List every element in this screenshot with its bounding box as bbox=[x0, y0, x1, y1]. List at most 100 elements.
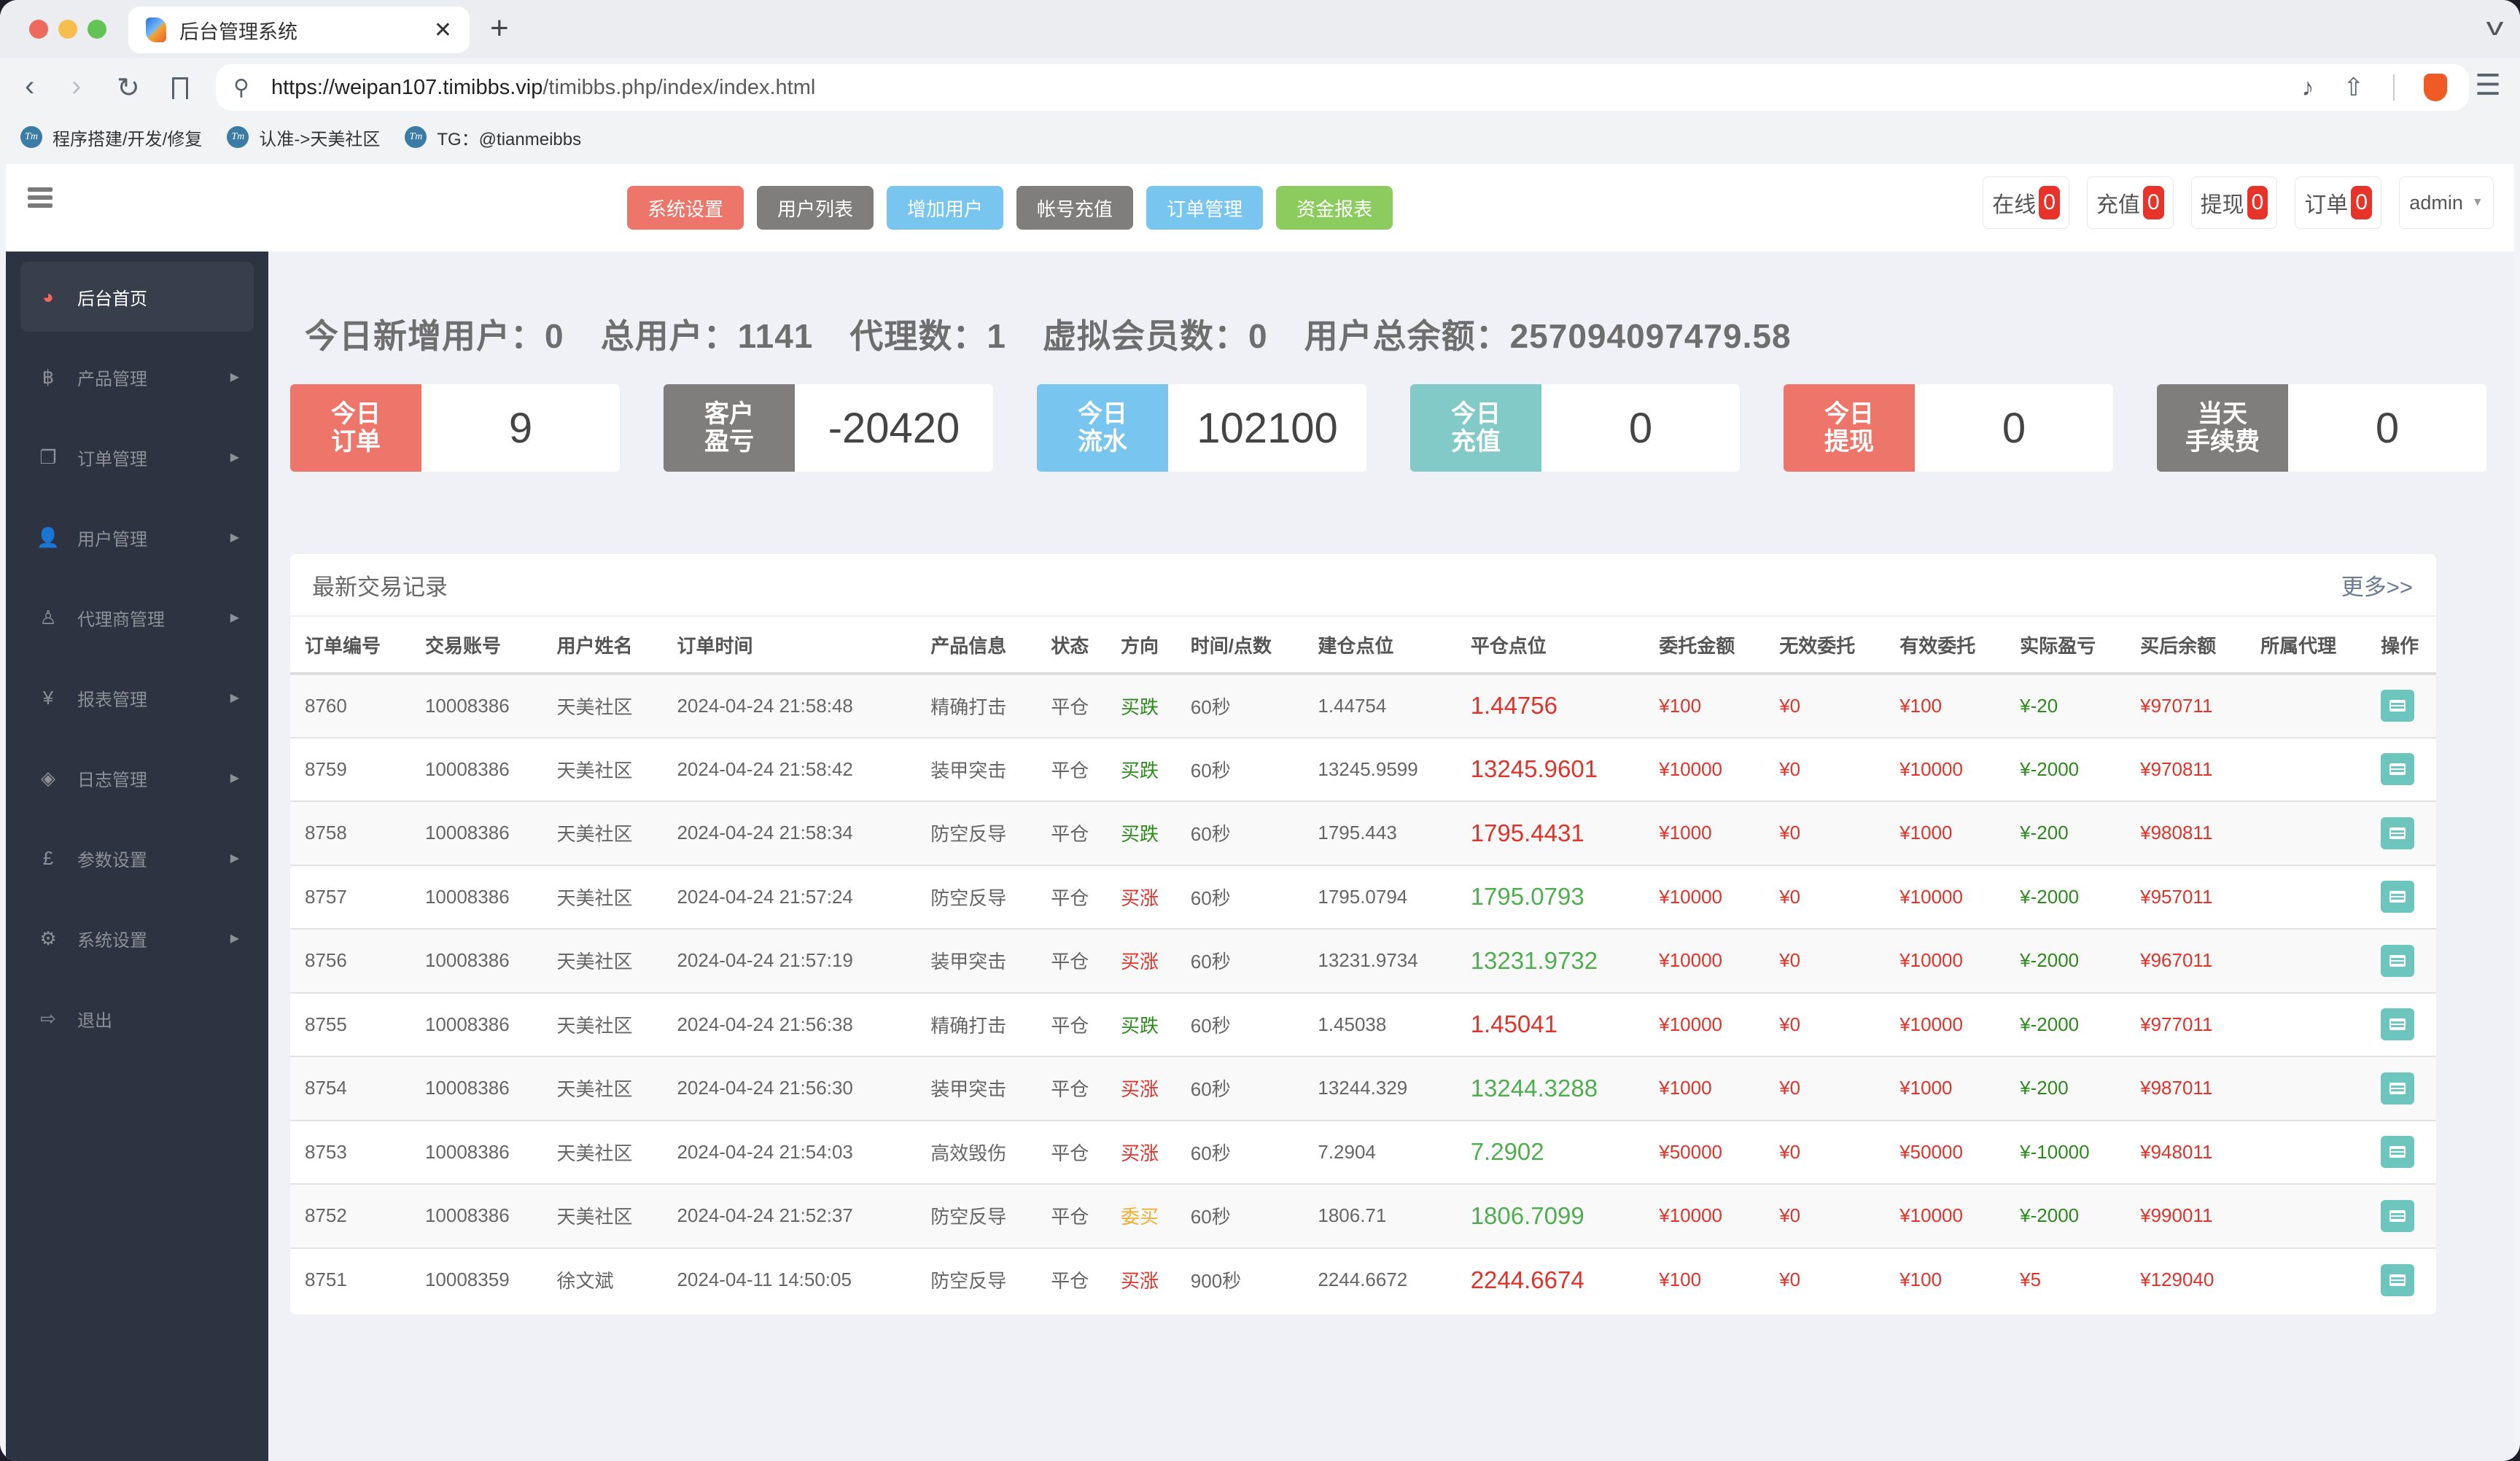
cell-action bbox=[2366, 801, 2436, 866]
dashboard-icon: ◕ bbox=[42, 285, 54, 308]
favicon-icon bbox=[146, 17, 166, 42]
view-detail-button[interactable] bbox=[2381, 881, 2415, 913]
reload-icon[interactable]: ↻ bbox=[117, 71, 140, 104]
cell-time: 2024-04-24 21:57:24 bbox=[662, 865, 917, 930]
admin-dropdown[interactable]: admin ▼ bbox=[2399, 176, 2494, 229]
bookmark-item[interactable]: Tm TG：@tianmeibbs bbox=[405, 125, 581, 150]
badge-3[interactable]: 订单 0 bbox=[2295, 176, 2381, 229]
stat-new-users: 今日新增用户：0 bbox=[305, 317, 564, 355]
sidebar-item[interactable]: ◈ 日志管理 ▶ bbox=[20, 743, 254, 813]
caret-right-icon: ▶ bbox=[230, 932, 239, 945]
cell-account: 10008386 bbox=[410, 674, 542, 739]
forward-icon[interactable]: › bbox=[71, 70, 81, 103]
site-settings-icon[interactable]: ⚲ bbox=[233, 75, 249, 101]
cell-duration: 60秒 bbox=[1175, 1056, 1304, 1121]
stat-agents: 代理数：1 bbox=[849, 317, 1006, 355]
table-row: 8758 10008386 天美社区 2024-04-24 21:58:34 防空反导平… bbox=[290, 801, 2436, 866]
brave-shield-icon[interactable] bbox=[2424, 74, 2447, 101]
topnav-button[interactable]: 订单管理 bbox=[1146, 186, 1264, 230]
close-window-button[interactable] bbox=[29, 20, 48, 39]
bookmark-item[interactable]: Tm 认准->天美社区 bbox=[227, 125, 380, 150]
sidebar-item[interactable]: £ 参数设置 ▶ bbox=[20, 823, 254, 893]
more-link[interactable]: 更多>> bbox=[2341, 569, 2413, 601]
sidebar-item[interactable]: ♙ 代理商管理 ▶ bbox=[20, 583, 254, 652]
cell-close: 13244.3288 bbox=[1455, 1056, 1645, 1121]
sidebar-item[interactable]: ⚙ 系统设置 ▶ bbox=[20, 903, 254, 973]
table-row: 8755 10008386 天美社区 2024-04-24 21:56:38 精确打击平… bbox=[290, 992, 2436, 1057]
cell-name: 天美社区 bbox=[542, 674, 663, 739]
view-detail-button[interactable] bbox=[2381, 1136, 2415, 1169]
topnav-button[interactable]: 用户列表 bbox=[757, 186, 874, 230]
view-detail-button[interactable] bbox=[2381, 1072, 2415, 1104]
cell-agent bbox=[2246, 929, 2367, 994]
minimize-window-button[interactable] bbox=[58, 20, 77, 39]
sidebar-item[interactable]: ◕ 后台首页 bbox=[20, 262, 254, 332]
cell-status: 平仓 bbox=[1036, 1120, 1106, 1185]
cell-open: 1.44754 bbox=[1303, 674, 1456, 739]
cell-status: 平仓 bbox=[1036, 801, 1106, 866]
cell-amount: ¥100 bbox=[1659, 1269, 1702, 1291]
topnav-button[interactable]: 资金报表 bbox=[1276, 186, 1393, 230]
view-detail-button[interactable] bbox=[2381, 753, 2415, 786]
column-header: 订单时间 bbox=[662, 617, 917, 675]
cell-id: 8757 bbox=[290, 865, 411, 930]
maximize-window-button[interactable] bbox=[88, 20, 106, 39]
caret-right-icon: ▶ bbox=[230, 371, 239, 383]
url-text[interactable]: https://weipan107.timibbs.vip/timibbs.ph… bbox=[271, 76, 815, 100]
browser-tab[interactable]: 后台管理系统 ✕ bbox=[128, 7, 470, 53]
caret-right-icon: ▶ bbox=[230, 451, 239, 464]
stat-card-value: 0 bbox=[2375, 404, 2400, 452]
bookmark-icon[interactable] bbox=[172, 77, 188, 99]
back-icon[interactable]: ‹ bbox=[25, 70, 34, 103]
stat-card-value: -20420 bbox=[828, 404, 960, 452]
address-bar[interactable]: ⚲ https://weipan107.timibbs.vip/timibbs.… bbox=[216, 64, 2469, 111]
cell-duration: 60秒 bbox=[1175, 801, 1304, 866]
cell-open: 1795.443 bbox=[1303, 801, 1456, 866]
sidebar-item[interactable]: ⇨ 退出 bbox=[20, 983, 254, 1053]
cell-time: 2024-04-24 21:52:37 bbox=[662, 1184, 917, 1249]
sidebar-item[interactable]: ¥ 报表管理 ▶ bbox=[20, 663, 254, 733]
sidebar-item[interactable]: ฿ 产品管理 ▶ bbox=[20, 342, 254, 412]
view-detail-button[interactable] bbox=[2381, 817, 2415, 849]
topnav-button[interactable]: 增加用户 bbox=[887, 186, 1004, 230]
media-icon[interactable]: ♪ bbox=[2302, 74, 2314, 102]
browser-menu-icon[interactable]: ☰ bbox=[2475, 69, 2501, 102]
view-detail-button[interactable] bbox=[2381, 1263, 2415, 1296]
sidebar-item[interactable]: 👤 用户管理 ▶ bbox=[20, 502, 254, 572]
badge-count: 0 bbox=[2039, 186, 2060, 219]
bookmark-item[interactable]: Tm 程序搭建/开发/修复 bbox=[20, 125, 202, 150]
badge-1[interactable]: 充值 0 bbox=[2086, 176, 2174, 229]
cell-duration: 900秒 bbox=[1190, 1270, 1242, 1293]
cell-direction: 买涨 bbox=[1105, 929, 1176, 994]
stat-card: 当天 手续费 0 bbox=[2157, 384, 2486, 472]
cell-balance: ¥980811 bbox=[2126, 801, 2247, 866]
cell-balance: ¥990011 bbox=[2126, 1184, 2247, 1249]
view-detail-button[interactable] bbox=[2381, 690, 2415, 722]
cell-invalid: ¥0 bbox=[1765, 865, 1886, 930]
new-tab-button[interactable]: + bbox=[490, 10, 509, 47]
stat-card: 今日 提现 0 bbox=[1784, 384, 2113, 472]
view-detail-button[interactable] bbox=[2381, 944, 2415, 977]
cell-open: 1795.0794 bbox=[1303, 865, 1456, 930]
cell-time: 2024-04-24 21:57:19 bbox=[662, 929, 917, 994]
tab-list-chevron-icon[interactable]: v bbox=[2486, 13, 2504, 42]
cell-account: 10008386 bbox=[410, 1056, 542, 1121]
share-icon[interactable]: ⇧ bbox=[2344, 73, 2365, 102]
sidebar-item-label: 系统设置 bbox=[77, 930, 147, 951]
cell-close: 1.44756 bbox=[1455, 674, 1645, 739]
cell-product: 装甲突击 bbox=[916, 929, 1037, 994]
navigation-bar: ‹ › ↻ ⚲ https://weipan107.timibbs.vip/ti… bbox=[0, 58, 2520, 117]
topnav-button[interactable]: 帐号充值 bbox=[1016, 186, 1134, 230]
badge-0[interactable]: 在线 0 bbox=[1983, 176, 2069, 229]
cell-duration: 60秒 bbox=[1175, 929, 1304, 994]
view-detail-button[interactable] bbox=[2381, 1008, 2415, 1041]
cell-invalid: ¥0 bbox=[1765, 737, 1886, 802]
close-tab-icon[interactable]: ✕ bbox=[434, 17, 452, 43]
cell-invalid: ¥0 bbox=[1765, 1184, 1886, 1249]
tab-bar: 后台管理系统 ✕ + v bbox=[0, 0, 2520, 58]
topnav-button[interactable]: 系统设置 bbox=[627, 186, 744, 230]
badge-2[interactable]: 提现 0 bbox=[2190, 176, 2278, 229]
view-detail-button[interactable] bbox=[2381, 1199, 2415, 1232]
hamburger-menu-icon[interactable] bbox=[28, 187, 52, 211]
sidebar-item[interactable]: ❐ 订单管理 ▶ bbox=[20, 422, 254, 492]
